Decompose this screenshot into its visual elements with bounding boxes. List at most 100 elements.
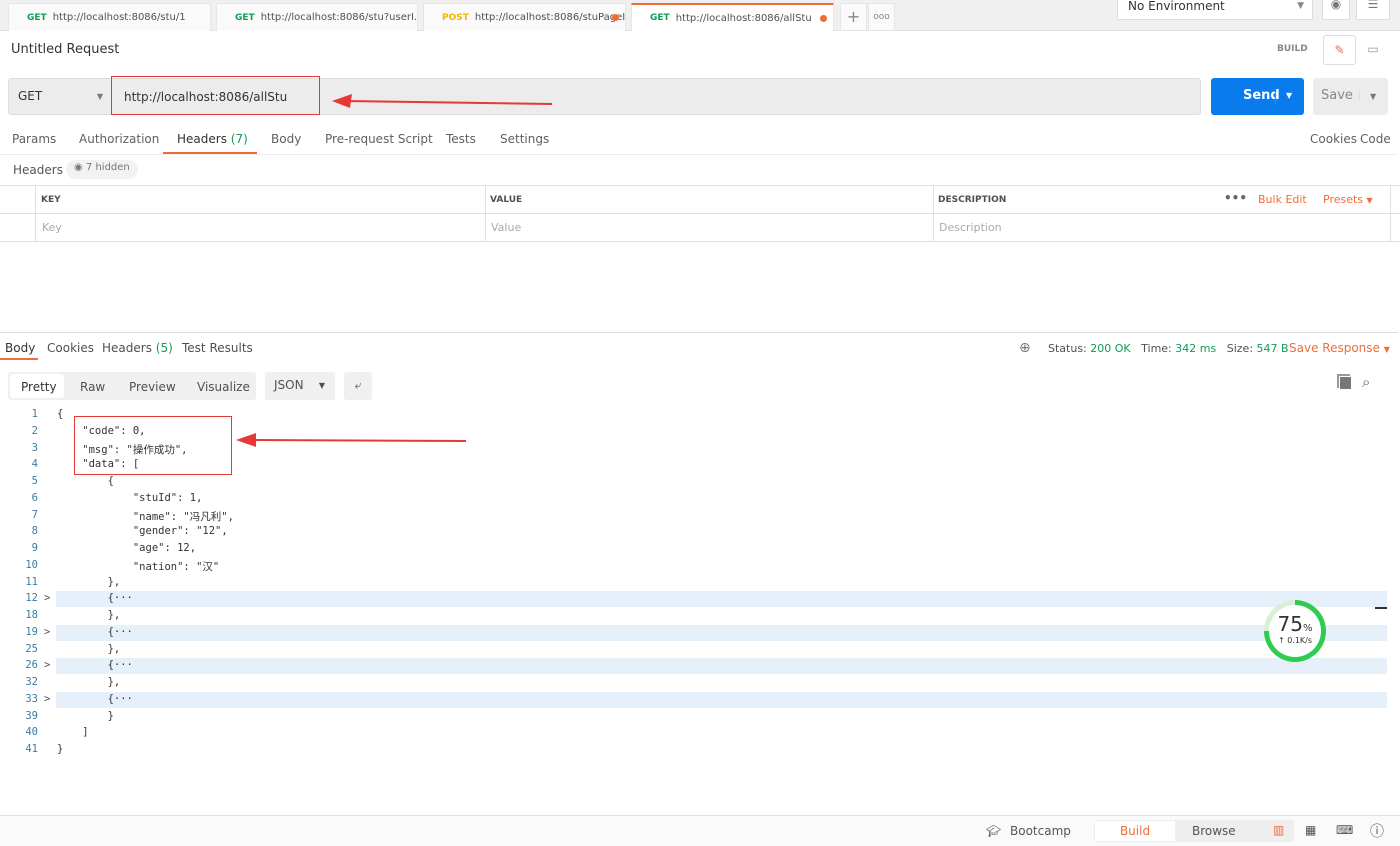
chevron-down-icon: ▼ [1297, 1, 1304, 11]
line-number: 11 [25, 575, 38, 588]
chevron-down-icon: ▼ [96, 92, 103, 101]
line-number: 19 [25, 625, 38, 638]
folded-line-highlight [56, 624, 1387, 641]
folded-line-highlight [56, 591, 1387, 608]
divider [933, 185, 934, 242]
line-number: 18 [25, 609, 38, 621]
save-response-button[interactable]: Save Response ▼ [1289, 341, 1390, 355]
fold-chevron-icon[interactable]: > [44, 693, 50, 705]
settings-sliders-icon[interactable]: ☰ [1356, 0, 1390, 20]
line-number: 5 [31, 475, 38, 487]
method-label: POST [442, 12, 469, 23]
more-options-icon[interactable]: ••• [1224, 191, 1247, 205]
code-line: }, [57, 609, 121, 621]
edit-pencil-icon[interactable]: ✎ [1323, 35, 1356, 65]
code-line: { [57, 475, 114, 487]
line-number: 25 [25, 642, 38, 655]
tab-settings[interactable]: Settings [500, 132, 549, 146]
view-raw[interactable]: Raw [80, 380, 105, 394]
code-line: } [57, 709, 114, 722]
two-pane-icon[interactable]: ▥ [1273, 823, 1284, 837]
hidden-headers-toggle[interactable]: ◉ 7 hidden [66, 160, 138, 179]
tab-body[interactable]: Body [271, 132, 301, 146]
line-number: 4 [31, 458, 38, 471]
speed-rate: ↑ 0.1K/s [1277, 636, 1313, 645]
method-select[interactable]: GET ▼ [8, 78, 111, 115]
fold-chevron-icon[interactable]: > [44, 659, 50, 671]
view-preview[interactable]: Preview [129, 380, 176, 394]
headers-label: Headers [13, 163, 63, 177]
response-meta: Status: 200 OK Time: 342 ms Size: 547 B [1048, 342, 1289, 355]
code-link[interactable]: Code [1360, 132, 1391, 146]
code-line: {··· [57, 692, 133, 705]
request-tab[interactable]: GET http://localhost:8086/stu/1 [8, 3, 211, 31]
code-line: } [57, 743, 64, 755]
save-label: Save [1321, 88, 1353, 103]
wrap-lines-icon[interactable]: ⤶ [344, 372, 372, 400]
tab-headers[interactable]: Headers (7) [177, 132, 248, 146]
request-tab[interactable]: POST http://localhost:8086/stuPageI... [423, 3, 626, 31]
code-line: }, [57, 642, 121, 655]
tab-tests[interactable]: Tests [446, 132, 476, 146]
save-button[interactable]: Save ▼ [1313, 78, 1388, 115]
globe-icon[interactable]: ⊕ [1019, 340, 1031, 356]
value-input[interactable]: Value [491, 221, 521, 234]
code-line: ] [57, 726, 89, 739]
environment-select[interactable]: No Environment ▼ [1117, 0, 1313, 20]
build-button[interactable]: Build [1095, 821, 1175, 841]
tab-url: http://localhost:8086/stuPageI... [474, 12, 626, 23]
speed-percent: 75 [1277, 612, 1303, 636]
time-label: Time: [1141, 342, 1172, 355]
fold-chevron-icon[interactable]: > [44, 626, 50, 638]
line-number: 6 [31, 491, 38, 504]
cookies-link[interactable]: Cookies [1310, 132, 1357, 146]
code-line: "stuId": 1, [57, 491, 203, 504]
description-input[interactable]: Description [939, 221, 1002, 234]
presets-dropdown[interactable]: Presets ▼ [1323, 193, 1373, 206]
comments-icon[interactable]: ▭ [1358, 35, 1388, 65]
line-number: 41 [25, 743, 38, 755]
format-value: JSON [274, 378, 304, 392]
new-tab-plus-icon[interactable]: + [840, 3, 867, 31]
help-icon[interactable]: ⓘ [1370, 821, 1384, 841]
tab-pre-request-script[interactable]: Pre-request Script [325, 132, 433, 146]
send-button[interactable]: Send ▼ [1211, 78, 1304, 115]
line-number: 7 [31, 508, 38, 521]
response-tab-body[interactable]: Body [5, 341, 35, 355]
unsaved-dot-icon [820, 14, 827, 22]
annotation-arrow [332, 94, 553, 108]
browse-button[interactable]: Browse [1192, 824, 1236, 838]
copy-icon[interactable] [1339, 376, 1352, 390]
tab-params[interactable]: Params [12, 132, 56, 146]
response-tab-headers[interactable]: Headers (5) [102, 341, 173, 355]
more-tabs-icon[interactable]: ooo [868, 3, 895, 31]
status-value: 200 OK [1090, 342, 1131, 355]
view-visualize[interactable]: Visualize [197, 380, 250, 394]
save-dropdown-icon[interactable]: ▼ [1359, 92, 1376, 101]
annotation-box [74, 416, 232, 475]
eye-icon: ◉ [74, 162, 86, 173]
keyboard-icon[interactable]: ⌨ [1336, 823, 1353, 837]
bulk-edit-link[interactable]: Bulk Edit [1258, 193, 1307, 206]
fold-chevron-icon[interactable]: > [44, 592, 50, 604]
status-label: Status: [1048, 342, 1087, 355]
code-line: { [57, 408, 64, 420]
annotation-arrow [236, 433, 467, 447]
response-tab-test-results[interactable]: Test Results [182, 341, 253, 355]
tab-authorization[interactable]: Authorization [79, 132, 159, 146]
bootcamp-link[interactable]: Bootcamp [1010, 824, 1071, 838]
column-value: VALUE [490, 195, 523, 205]
line-number: 12 [25, 592, 38, 605]
request-tab[interactable]: GET http://localhost:8086/stu?userI... [216, 3, 418, 31]
layout-icon[interactable]: ▦ [1305, 823, 1316, 837]
send-dropdown-icon[interactable]: ▼ [1275, 91, 1292, 105]
active-tab-underline [0, 358, 38, 360]
view-pretty[interactable]: Pretty [21, 380, 57, 394]
eye-icon[interactable]: ◉ [1322, 0, 1350, 20]
key-input[interactable]: Key [42, 221, 62, 234]
request-tab-active[interactable]: GET http://localhost:8086/allStu [631, 3, 834, 31]
response-tab-cookies[interactable]: Cookies [47, 341, 94, 355]
code-line: "gender": "12", [57, 525, 228, 538]
format-select[interactable]: JSON ▼ [265, 372, 335, 400]
search-icon[interactable]: ⌕ [1362, 373, 1370, 391]
